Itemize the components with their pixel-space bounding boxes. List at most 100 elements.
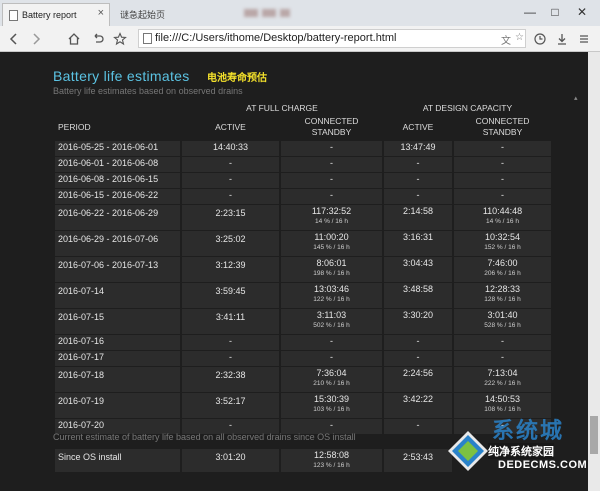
cell-design-standby: - <box>454 189 551 204</box>
cell-full-active: 3:41:11 <box>182 309 279 334</box>
chinese-annotation: 电池寿命预估 <box>207 73 267 84</box>
cell-full-active: 3:01:20 <box>182 449 279 472</box>
cell-design-active: - <box>384 189 452 204</box>
cell-period: 2016-06-01 - 2016-06-08 <box>55 157 180 172</box>
address-bar: file:///C:/Users/ithome/Desktop/battery-… <box>0 26 600 52</box>
cell-design-standby: 110:44:48 14 % / 16 h <box>454 205 551 230</box>
cell-period: 2016-07-06 - 2016-07-13 <box>55 257 180 282</box>
cell-period: 2016-06-29 - 2016-07-06 <box>55 231 180 256</box>
section-title: Battery life estimates <box>53 68 190 84</box>
table-row: 2016-05-25 - 2016-06-01 14:40:33-13:47:49… <box>55 141 551 156</box>
cell-period: Since OS install <box>55 449 180 472</box>
cell-full-active: 3:59:45 <box>182 283 279 308</box>
favorite-button[interactable] <box>110 29 130 49</box>
cell-period: 2016-07-18 <box>55 367 180 392</box>
header-connected-standby: CONNECTED STANDBY <box>475 116 530 137</box>
table-row: 2016-06-29 - 2016-07-06 3:25:02 11:00:20 14… <box>55 231 551 256</box>
cell-design-active: 2:53:43 <box>384 449 452 472</box>
cell-period: 2016-07-16 <box>55 335 180 350</box>
current-estimate-table: Since OS install 3:01:20 12:58:08 123 % /… <box>53 448 454 473</box>
cell-full-standby: 15:30:39 103 % / 16 h <box>281 393 382 418</box>
cell-full-active: 2:32:38 <box>182 367 279 392</box>
tab-battery-report[interactable]: Battery report × <box>2 3 110 26</box>
cell-design-standby: 7:46:00 206 % / 16 h <box>454 257 551 282</box>
watermark-brand: 系统城 <box>492 418 565 443</box>
cell-design-active: - <box>384 335 452 350</box>
cell-period: 2016-06-08 - 2016-06-15 <box>55 173 180 188</box>
cell-design-active: 3:16:31 <box>384 231 452 256</box>
minimize-button[interactable]: — <box>518 0 542 24</box>
cell-full-standby: - <box>281 351 382 366</box>
cell-full-standby: - <box>281 157 382 172</box>
title-bar: Battery report × 谜急起始页 — □ ✕ <box>0 0 600 26</box>
cell-full-standby: 12:58:08 123 % / 16 h <box>281 449 382 472</box>
cell-full-active: - <box>182 351 279 366</box>
watermark-logo-icon <box>448 431 488 471</box>
url-text: file:///C:/Users/ithome/Desktop/battery-… <box>155 32 397 44</box>
watermark: 系统城 纯净系统家园 DEDECMS.COM <box>448 413 600 491</box>
cell-design-active: 3:48:58 <box>384 283 452 308</box>
url-field[interactable]: file:///C:/Users/ithome/Desktop/battery-… <box>138 29 526 48</box>
menu-button[interactable] <box>574 29 594 49</box>
forward-arrow-icon <box>33 33 41 45</box>
blurred-region <box>262 9 276 17</box>
table-row: 2016-06-15 - 2016-06-22- - - - <box>55 189 551 204</box>
cell-design-standby: - <box>454 173 551 188</box>
header-connected-standby: CONNECTED STANDBY <box>304 116 359 137</box>
battery-estimates-table: AT FULL CHARGE AT DESIGN CAPACITY PERIOD… <box>53 99 553 435</box>
cell-period: 2016-07-19 <box>55 393 180 418</box>
cell-full-standby: 8:06:01 198 % / 16 h <box>281 257 382 282</box>
cell-design-active: 2:24:56 <box>384 367 452 392</box>
cell-design-standby: - <box>454 141 551 156</box>
cell-period: 2016-07-14 <box>55 283 180 308</box>
header-period: PERIOD <box>58 121 91 132</box>
translate-icon[interactable]: 文 <box>501 32 511 47</box>
table-row: 2016-06-22 - 2016-06-29 2:23:15 117:32:52 1… <box>55 205 551 230</box>
cell-full-active: 3:52:17 <box>182 393 279 418</box>
table-row: Since OS install 3:01:20 12:58:08 123 % /… <box>55 449 452 472</box>
history-button[interactable] <box>530 29 550 49</box>
cell-design-standby: - <box>454 335 551 350</box>
cell-design-standby: 10:32:54 152 % / 16 h <box>454 231 551 256</box>
resize-mark: ▴ <box>574 95 578 102</box>
cell-design-standby: 7:13:04 222 % / 16 h <box>454 367 551 392</box>
cell-design-active: - <box>384 351 452 366</box>
cell-design-active: 2:14:58 <box>384 205 452 230</box>
cell-full-active: - <box>182 173 279 188</box>
cell-design-standby: 12:28:33 128 % / 16 h <box>454 283 551 308</box>
bookmark-star-icon[interactable]: ☆ <box>515 32 524 43</box>
cell-design-active: - <box>384 157 452 172</box>
cell-design-standby: - <box>454 157 551 172</box>
menu-icon <box>580 35 588 43</box>
back-button[interactable] <box>4 29 24 49</box>
cell-period: 2016-06-22 - 2016-06-29 <box>55 205 180 230</box>
cell-full-active: - <box>182 335 279 350</box>
cell-design-active: 3:04:43 <box>384 257 452 282</box>
watermark-subtitle: 纯净系统家园 <box>488 443 554 459</box>
cell-design-active: 3:30:20 <box>384 309 452 334</box>
maximize-button[interactable]: □ <box>543 0 567 24</box>
cell-design-active: - <box>384 173 452 188</box>
tab-title: Battery report <box>22 10 77 20</box>
cell-period: 2016-07-15 <box>55 309 180 334</box>
tab-title: 谜急起始页 <box>120 10 166 20</box>
cell-full-active: 3:25:02 <box>182 231 279 256</box>
table-row: 2016-06-08 - 2016-06-15- - - - <box>55 173 551 188</box>
undo-button[interactable] <box>88 29 108 49</box>
forward-button[interactable] <box>26 29 46 49</box>
close-tab-icon[interactable]: × <box>98 7 104 19</box>
table-row: 2016-07-14 3:59:45 13:03:46 122 % / 16 h 3:4… <box>55 283 551 308</box>
page-icon <box>143 33 152 44</box>
cell-full-standby: 117:32:52 14 % / 16 h <box>281 205 382 230</box>
blurred-region <box>244 9 258 17</box>
cell-design-active: 3:42:22 <box>384 393 452 418</box>
page-icon <box>9 9 18 21</box>
home-button[interactable] <box>64 29 84 49</box>
download-button[interactable] <box>552 29 572 49</box>
header-active: ACTIVE <box>402 121 434 132</box>
tab-start-page[interactable]: 谜急起始页 <box>112 3 212 26</box>
close-window-button[interactable]: ✕ <box>570 0 594 24</box>
current-estimate-caption: Current estimate of battery life based o… <box>53 432 356 442</box>
blurred-region <box>280 9 290 17</box>
cell-design-active: - <box>384 419 452 434</box>
